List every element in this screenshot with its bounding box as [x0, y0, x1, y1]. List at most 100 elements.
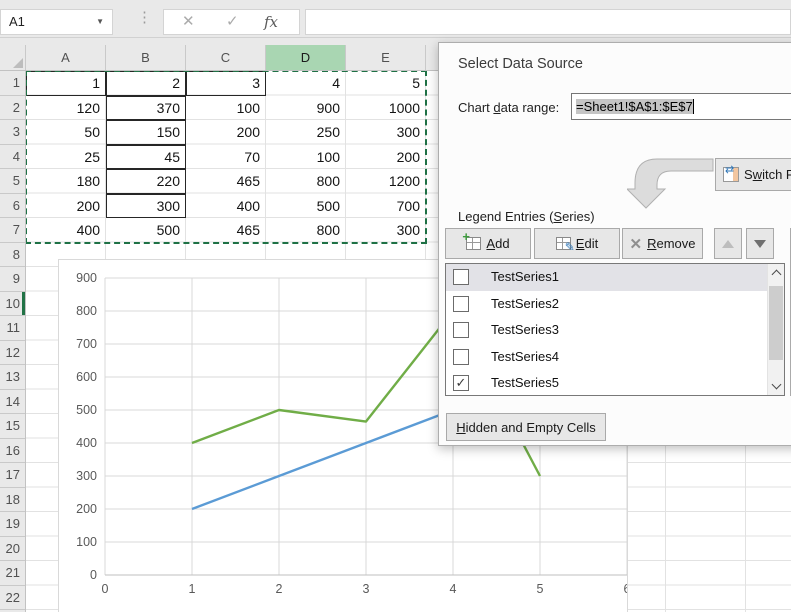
series-row-TestSeries5[interactable]: ✓TestSeries5: [446, 370, 767, 397]
cell-E3[interactable]: 300: [346, 120, 426, 145]
select-all-corner[interactable]: [0, 45, 26, 70]
cancel-icon[interactable]: ✕: [182, 10, 195, 34]
curved-down-arrow-icon: [627, 155, 717, 213]
formula-input[interactable]: [305, 9, 791, 35]
column-header-A[interactable]: A: [26, 45, 106, 70]
cell-C3[interactable]: 200: [186, 120, 266, 145]
scroll-down-button[interactable]: [768, 377, 784, 395]
cell-D7[interactable]: 800: [266, 218, 346, 243]
cell-D6[interactable]: 500: [266, 194, 346, 219]
row-header-16[interactable]: 16: [0, 439, 25, 464]
cell-E2[interactable]: 1000: [346, 96, 426, 121]
row-header-12[interactable]: 12: [0, 341, 25, 366]
series-row-TestSeries4[interactable]: TestSeries4: [446, 344, 767, 371]
row-header-9[interactable]: 9: [0, 267, 25, 292]
cell-D5[interactable]: 800: [266, 169, 346, 194]
column-header-D[interactable]: D: [266, 45, 346, 70]
cell-A2[interactable]: 120: [26, 96, 106, 121]
scroll-up-button[interactable]: [768, 264, 784, 282]
cell-B6[interactable]: 300: [106, 194, 186, 219]
cell-E4[interactable]: 200: [346, 145, 426, 170]
row-header-8[interactable]: 8: [0, 243, 25, 268]
cell-C2[interactable]: 100: [186, 96, 266, 121]
move-series-down-button[interactable]: [746, 228, 774, 259]
series-checkbox-TestSeries2[interactable]: [453, 296, 469, 312]
switch-row-column-button[interactable]: ⇄ Switch R: [715, 158, 791, 191]
series-checkbox-TestSeries4[interactable]: [453, 349, 469, 365]
column-header-E[interactable]: E: [346, 45, 426, 70]
cell-C7[interactable]: 465: [186, 218, 266, 243]
chart-data-range-input[interactable]: =Sheet1!$A$1:$E$7: [571, 93, 791, 120]
column-header-C[interactable]: C: [186, 45, 266, 70]
svg-text:6: 6: [624, 582, 627, 596]
enter-icon[interactable]: ✓: [226, 10, 239, 34]
cell-B1[interactable]: 2: [106, 71, 186, 96]
row-header-3[interactable]: 3: [0, 120, 25, 145]
row-header-13[interactable]: 13: [0, 365, 25, 390]
row-header-21[interactable]: 21: [0, 561, 25, 586]
cell-B5[interactable]: 220: [106, 169, 186, 194]
edit-table-icon: ✎: [556, 237, 571, 250]
series-list-scrollbar[interactable]: [767, 264, 784, 395]
cell-C1[interactable]: 3: [186, 71, 266, 96]
row-header-18[interactable]: 18: [0, 488, 25, 513]
cell-E6[interactable]: 700: [346, 194, 426, 219]
cell-C6[interactable]: 400: [186, 194, 266, 219]
series-label: TestSeries4: [491, 344, 559, 371]
name-box-value: A1: [9, 14, 25, 29]
insert-function-icon[interactable]: fx: [264, 10, 278, 34]
drag-dots-icon: ⋮: [137, 8, 152, 26]
cell-B4[interactable]: 45: [106, 145, 186, 170]
series-row-TestSeries3[interactable]: TestSeries3: [446, 317, 767, 344]
row-header-19[interactable]: 19: [0, 512, 25, 537]
row-header-5[interactable]: 5: [0, 169, 25, 194]
cell-E5[interactable]: 1200: [346, 169, 426, 194]
series-row-TestSeries2[interactable]: TestSeries2: [446, 291, 767, 318]
formula-bar-zone: A1 ▼ ⋮ ✕ ✓ fx: [0, 0, 791, 45]
series-checkbox-TestSeries1[interactable]: [453, 269, 469, 285]
row-header-7[interactable]: 7: [0, 218, 25, 243]
series-checkbox-TestSeries5[interactable]: ✓: [453, 375, 469, 391]
row-header-6[interactable]: 6: [0, 194, 25, 219]
cell-A6[interactable]: 200: [26, 194, 106, 219]
row-header-14[interactable]: 14: [0, 390, 25, 415]
hidden-and-empty-cells-button[interactable]: Hidden and Empty Cells: [446, 413, 606, 441]
row-header-22[interactable]: 22: [0, 586, 25, 611]
cell-D2[interactable]: 900: [266, 96, 346, 121]
select-all-triangle-icon: [13, 58, 23, 68]
move-series-up-button[interactable]: [714, 228, 742, 259]
row-header-15[interactable]: 15: [0, 414, 25, 439]
row-header-10[interactable]: 10: [0, 292, 25, 317]
cell-C5[interactable]: 465: [186, 169, 266, 194]
row-header-4[interactable]: 4: [0, 145, 25, 170]
row-header-20[interactable]: 20: [0, 537, 25, 562]
remove-series-button[interactable]: ✕ Remove: [622, 228, 703, 259]
cell-B7[interactable]: 500: [106, 218, 186, 243]
edit-label: Edit: [576, 236, 598, 251]
row-header-1[interactable]: 1: [0, 71, 25, 96]
add-series-button[interactable]: + Add: [445, 228, 531, 259]
scrollbar-thumb[interactable]: [769, 286, 783, 360]
cell-A5[interactable]: 180: [26, 169, 106, 194]
cell-B3[interactable]: 150: [106, 120, 186, 145]
cell-D3[interactable]: 250: [266, 120, 346, 145]
edit-series-button[interactable]: ✎ Edit: [534, 228, 620, 259]
row-header-2[interactable]: 2: [0, 96, 25, 121]
name-box[interactable]: A1 ▼: [0, 9, 113, 35]
cell-A4[interactable]: 25: [26, 145, 106, 170]
cell-C4[interactable]: 70: [186, 145, 266, 170]
column-header-B[interactable]: B: [106, 45, 186, 70]
series-checkbox-TestSeries3[interactable]: [453, 322, 469, 338]
row-header-11[interactable]: 11: [0, 316, 25, 341]
chevron-down-icon[interactable]: ▼: [96, 10, 104, 34]
cell-A1[interactable]: 1: [26, 71, 106, 96]
cell-D4[interactable]: 100: [266, 145, 346, 170]
series-row-TestSeries1[interactable]: TestSeries1: [446, 264, 767, 291]
cell-E1[interactable]: 5: [346, 71, 426, 96]
cell-A3[interactable]: 50: [26, 120, 106, 145]
cell-B2[interactable]: 370: [106, 96, 186, 121]
cell-E7[interactable]: 300: [346, 218, 426, 243]
cell-D1[interactable]: 4: [266, 71, 346, 96]
row-header-17[interactable]: 17: [0, 463, 25, 488]
cell-A7[interactable]: 400: [26, 218, 106, 243]
